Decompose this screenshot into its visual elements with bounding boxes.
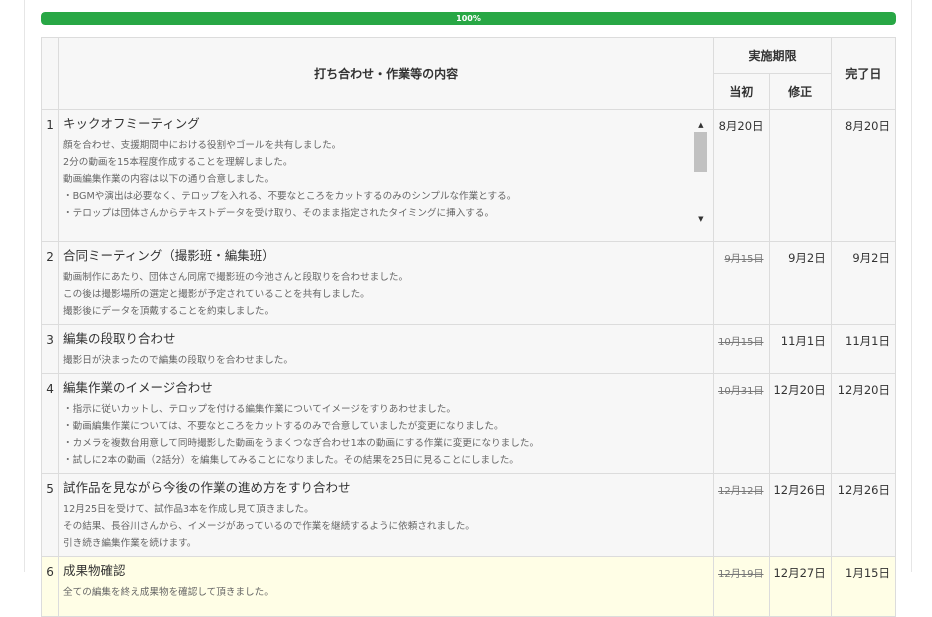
progress-fill: 100% (41, 12, 896, 25)
progress-bar: 100% (41, 12, 896, 25)
row-content: 編集の段取り合わせ 撮影日が決まったので編集の段取りを合わせました。 (58, 324, 715, 374)
task-description: 動画制作にあたり、団体さん同席で撮影班の今池さんと段取りを合わせました。 この後… (63, 269, 709, 320)
task-description-scroll[interactable]: 顔を合わせ、支援期間中における役割やゴールを共有しました。 2分の動画を15本程… (63, 137, 709, 237)
desc-line: 撮影日が決まったので編集の段取りを合わせました。 (63, 355, 293, 366)
header-original: 当初 (713, 73, 770, 110)
header-revised: 修正 (768, 73, 832, 110)
task-description: 全ての編集を終え成果物を確認して頂きました。 (63, 584, 709, 601)
done-date: 11月1日 (830, 324, 897, 374)
original-date-struck: 10月31日 (718, 386, 764, 397)
task-title: 成果物確認 (63, 563, 126, 578)
row-number: 6 (40, 556, 60, 617)
desc-line: 顔を合わせ、支援期間中における役割やゴールを共有しました。 (63, 140, 342, 151)
desc-line: ・テロップは団体さんからテキストデータを受け取り、そのまま指定されたタイミングに… (63, 208, 495, 219)
original-date: 12月12日 (713, 473, 770, 557)
scroll-down-icon[interactable]: ▼ (694, 214, 707, 224)
desc-line: ・動画編集作業については、不要なところをカットするのみで合意していましたが変更に… (63, 421, 504, 432)
task-description: 撮影日が決まったので編集の段取りを合わせました。 (63, 352, 709, 369)
header-content: 打ち合わせ・作業等の内容 (58, 37, 715, 110)
desc-line: 2分の動画を15本程度作成することを理解しました。 (63, 157, 293, 168)
row-number: 2 (40, 241, 60, 325)
header-num (40, 37, 60, 110)
revised-date: 12月20日 (768, 373, 832, 474)
desc-line: その結果、長谷川さんから、イメージがあっているので作業を継続するように依頼されま… (63, 521, 475, 532)
row-content: 編集作業のイメージ合わせ ・指示に従いカットし、テロップを付ける編集作業について… (58, 373, 715, 474)
original-date-struck: 10月15日 (718, 337, 764, 348)
original-date-struck: 12月19日 (718, 569, 764, 580)
revised-date: 12月27日 (768, 556, 832, 617)
table-row: 5 試作品を見ながら今後の作業の進め方をすり合わせ 12月25日を受けて、試作品… (40, 473, 897, 557)
original-date-struck: 12月12日 (718, 486, 764, 497)
task-title: 試作品を見ながら今後の作業の進め方をすり合わせ (63, 480, 351, 495)
desc-line: 12月25日を受けて、試作品3本を作成し見て頂きました。 (63, 504, 314, 515)
header-period: 実施期限 (713, 37, 832, 74)
desc-line: 引き続き編集作業を続けます。 (63, 538, 197, 549)
original-date-struck: 9月15日 (724, 254, 764, 265)
desc-line: 動画編集作業の内容は以下の通り合意しました。 (63, 174, 275, 185)
original-date: 8月20日 (713, 109, 770, 242)
desc-line: ・試しに2本の動画（2話分）を編集してみることになりました。その結果を25日に見… (63, 455, 519, 466)
task-table: 打ち合わせ・作業等の内容 実施期限 完了日 当初 修正 1 キックオフミーティン… (40, 37, 897, 617)
header-done: 完了日 (830, 37, 897, 110)
original-date: 12月19日 (713, 556, 770, 617)
table-row: 3 編集の段取り合わせ 撮影日が決まったので編集の段取りを合わせました。 10月… (40, 324, 897, 374)
task-description: ・指示に従いカットし、テロップを付ける編集作業についてイメージをすりあわせました… (63, 401, 709, 469)
desc-line: ・カメラを複数台用意して同時撮影した動画をうまくつなぎ合わせ1本の動画にする作業… (63, 438, 540, 449)
task-title: 編集の段取り合わせ (63, 331, 176, 346)
task-description: 12月25日を受けて、試作品3本を作成し見て頂きました。 その結果、長谷川さんか… (63, 501, 709, 552)
row-number: 3 (40, 324, 60, 374)
scroll-thumb[interactable] (694, 132, 708, 172)
progress-label: 100% (456, 14, 481, 23)
original-date: 10月31日 (713, 373, 770, 474)
revised-date (768, 109, 832, 242)
revised-date: 12月26日 (768, 473, 832, 557)
revised-date: 11月1日 (768, 324, 832, 374)
desc-line: ・指示に従いカットし、テロップを付ける編集作業についてイメージをすりあわせました… (63, 404, 456, 415)
task-title: 編集作業のイメージ合わせ (63, 380, 213, 395)
done-date: 12月26日 (830, 473, 897, 557)
table-row: 4 編集作業のイメージ合わせ ・指示に従いカットし、テロップを付ける編集作業につ… (40, 373, 897, 474)
row-number: 5 (40, 473, 60, 557)
row-number: 4 (40, 373, 60, 474)
revised-date: 9月2日 (768, 241, 832, 325)
done-date: 12月20日 (830, 373, 897, 474)
desc-line: ・BGMや演出は必要なく、テロップを入れる、不要なところをカットするのみのシンプ… (63, 191, 517, 202)
task-description: 顔を合わせ、支援期間中における役割やゴールを共有しました。 2分の動画を15本程… (63, 137, 709, 222)
desc-line: 全ての編集を終え成果物を確認して頂きました。 (63, 587, 274, 598)
scroll-up-icon[interactable]: ▲ (694, 120, 707, 130)
scrollbar[interactable]: ▲ ▼ (694, 120, 708, 223)
done-date: 9月2日 (830, 241, 897, 325)
table-row: 1 キックオフミーティング 顔を合わせ、支援期間中における役割やゴールを共有しま… (40, 109, 897, 242)
table-row: 6 成果物確認 全ての編集を終え成果物を確認して頂きました。 12月19日 12… (40, 556, 897, 617)
row-content: 試作品を見ながら今後の作業の進め方をすり合わせ 12月25日を受けて、試作品3本… (58, 473, 715, 557)
row-content: 成果物確認 全ての編集を終え成果物を確認して頂きました。 (58, 556, 715, 617)
desc-line: 撮影後にデータを頂戴することを約束しました。 (63, 306, 275, 317)
row-number: 1 (40, 109, 60, 242)
row-content: キックオフミーティング 顔を合わせ、支援期間中における役割やゴールを共有しました… (58, 109, 715, 242)
task-title: 合同ミーティング（撮影班・編集班） (63, 248, 275, 263)
table-row: 2 合同ミーティング（撮影班・編集班） 動画制作にあたり、団体さん同席で撮影班の… (40, 241, 897, 325)
done-date: 1月15日 (830, 556, 897, 617)
desc-line: この後は撮影場所の選定と撮影が予定されていることを共有しました。 (63, 289, 370, 300)
original-date: 9月15日 (713, 241, 770, 325)
row-content: 合同ミーティング（撮影班・編集班） 動画制作にあたり、団体さん同席で撮影班の今池… (58, 241, 715, 325)
desc-line: 動画制作にあたり、団体さん同席で撮影班の今池さんと段取りを合わせました。 (63, 272, 409, 283)
done-date: 8月20日 (830, 109, 897, 242)
task-title: キックオフミーティング (63, 116, 200, 131)
original-date: 10月15日 (713, 324, 770, 374)
